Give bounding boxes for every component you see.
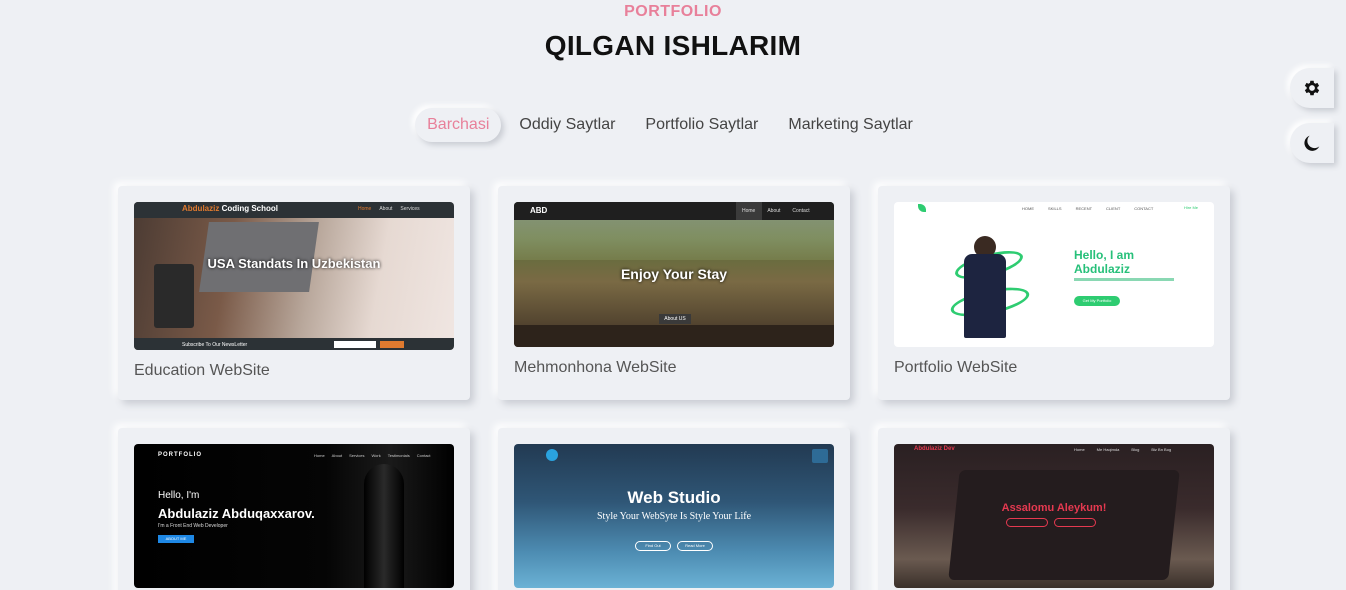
project-thumbnail: Web Studio Style Your WebSyte Is Style Y… <box>514 444 834 588</box>
project-card[interactable]: Abdulaziz Coding School Home About Servi… <box>118 186 470 400</box>
project-thumbnail: Abdulaziz Dev Home Me Haqimda Blog Biz B… <box>894 444 1214 588</box>
page-title: QILGAN ISHLARIM <box>544 30 802 61</box>
filter-tab-portfolio[interactable]: Portfolio Saytlar <box>633 108 770 142</box>
project-card[interactable]: ABD Home About Contact Enjoy Your Stay A… <box>498 186 850 400</box>
gear-icon <box>1304 80 1320 96</box>
filter-tabs: Barchasi Oddiy Saytlar Portfolio Saytlar… <box>0 108 1346 142</box>
settings-button[interactable] <box>1290 68 1334 108</box>
filter-tab-oddiy[interactable]: Oddiy Saytlar <box>507 108 627 142</box>
project-card[interactable]: PORTFOLIO Home About Services Work Testi… <box>118 428 470 590</box>
project-thumbnail: HOME SKILLS RECENT CLIENT CONTACT Hire M… <box>894 202 1214 347</box>
project-thumbnail: ABD Home About Contact Enjoy Your Stay A… <box>514 202 834 347</box>
project-caption: Portfolio WebSite <box>894 359 1018 376</box>
filter-tab-barchasi[interactable]: Barchasi <box>415 108 502 142</box>
section-eyebrow: PORTFOLIO <box>624 3 722 20</box>
project-card[interactable]: HOME SKILLS RECENT CLIENT CONTACT Hire M… <box>878 186 1230 400</box>
project-caption: Education WebSite <box>134 362 270 379</box>
project-caption: Mehmonhona WebSite <box>514 359 677 376</box>
theme-toggle-button[interactable] <box>1290 123 1334 163</box>
moon-icon <box>1304 135 1320 151</box>
project-thumbnail: Abdulaziz Coding School Home About Servi… <box>134 202 454 350</box>
filter-tab-marketing[interactable]: Marketing Saytlar <box>776 108 925 142</box>
project-card[interactable]: Abdulaziz Dev Home Me Haqimda Blog Biz B… <box>878 428 1230 590</box>
project-thumbnail: PORTFOLIO Home About Services Work Testi… <box>134 444 454 588</box>
project-card[interactable]: Web Studio Style Your WebSyte Is Style Y… <box>498 428 850 590</box>
